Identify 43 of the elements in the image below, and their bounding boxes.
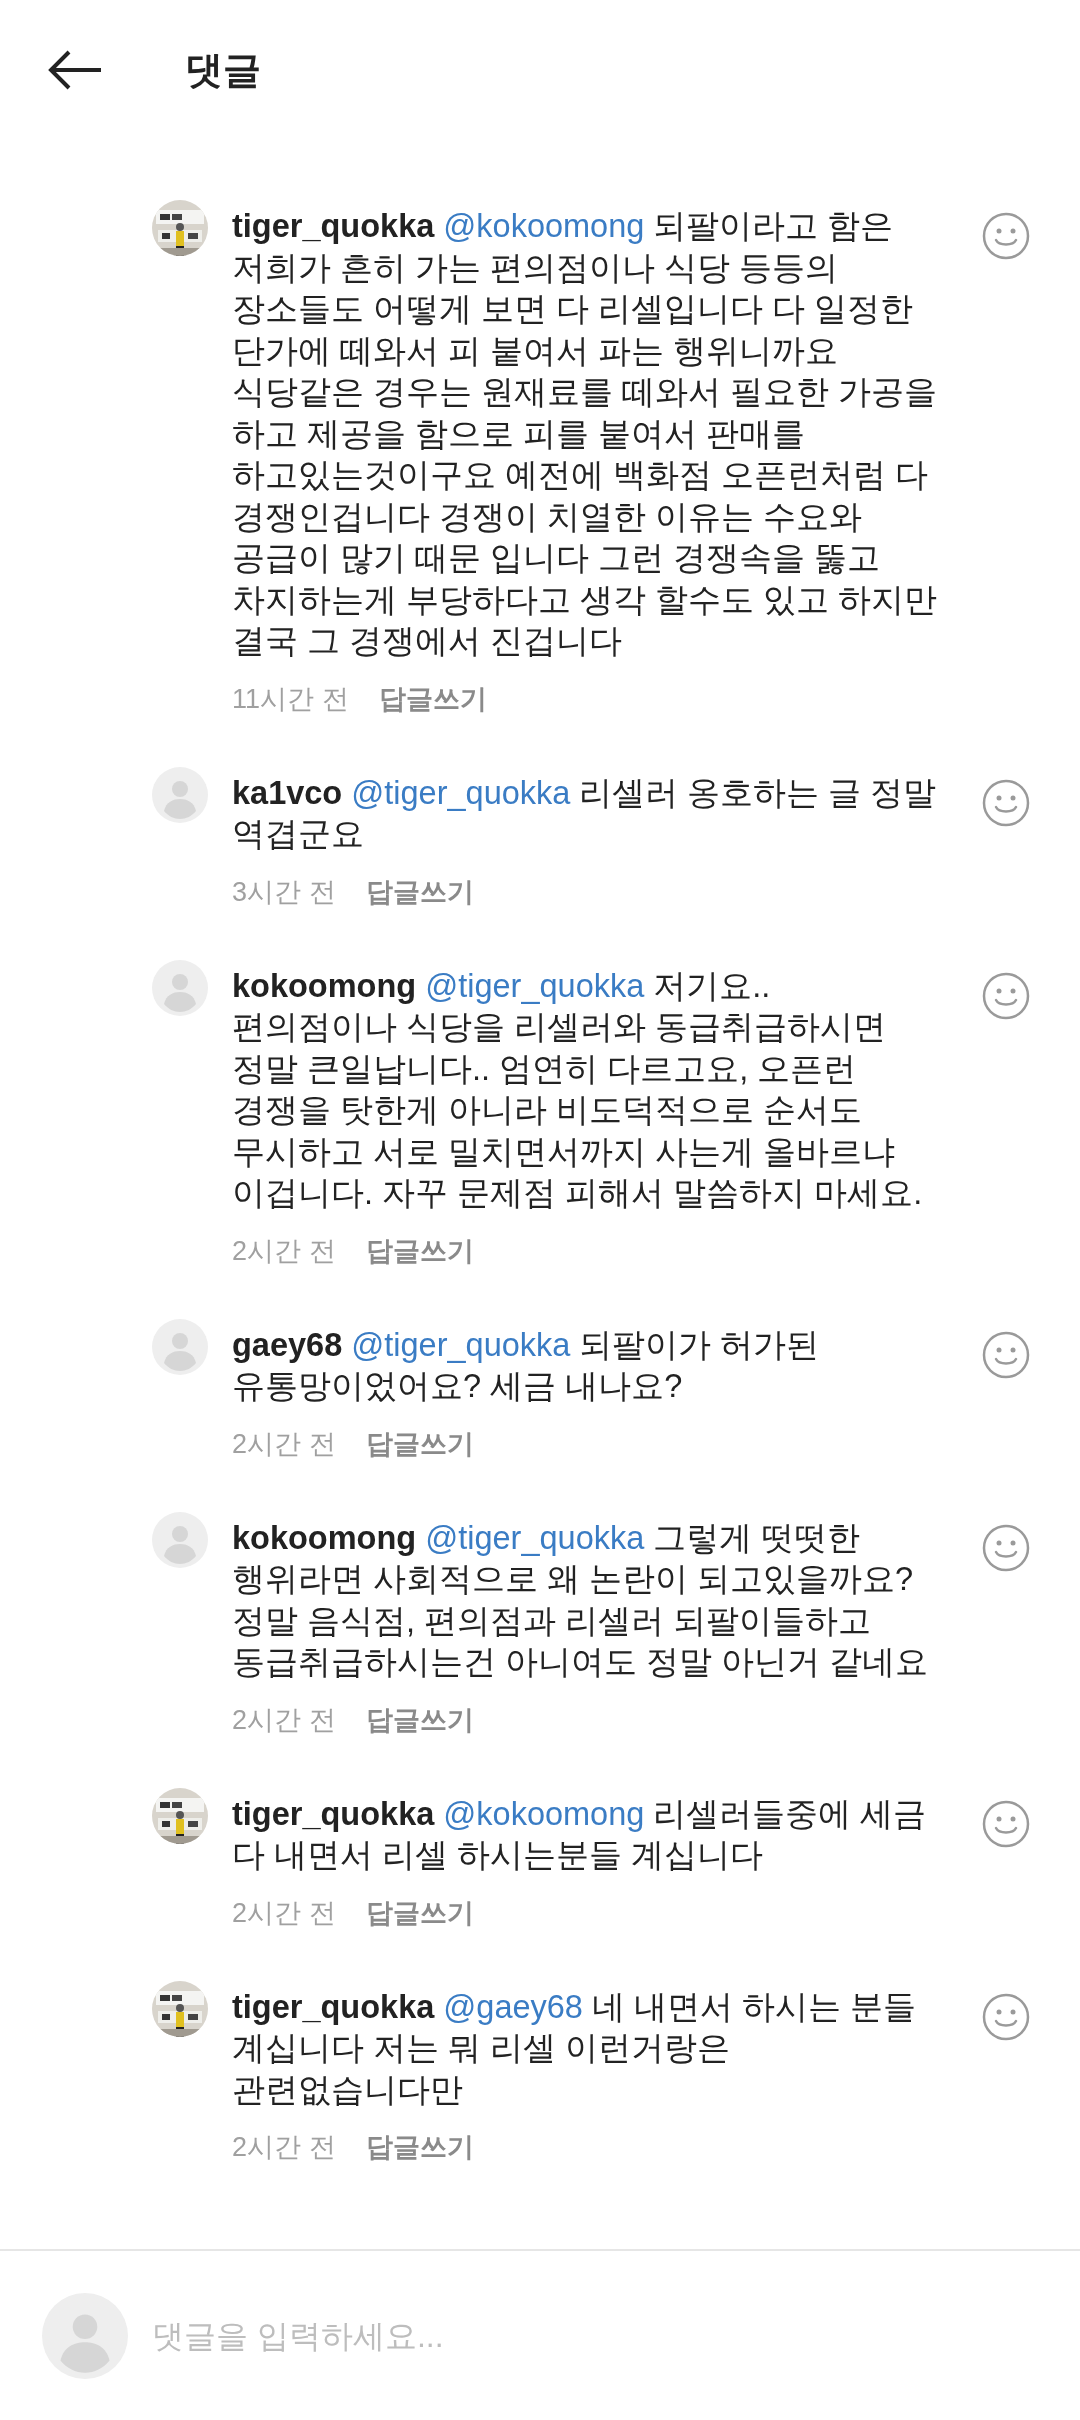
avatar-icon bbox=[152, 1318, 208, 1375]
smiley-icon[interactable] bbox=[982, 1330, 1030, 1379]
comment-text: kokoomong @tiger_quokka 저기요.. 편의점이나 식당을 리셀러와 동급취급하시면 정말 큰일납니다.. 엄연히 다르고요, 오픈런 경쟁을 탓한게 아니라 비도덕적으로 순서도 무시하고 서로 밀치면서까지 사는게 올바르냐 이겁니다. 자꾸 문제점 피해서 말씀하지 마세요. bbox=[232, 966, 924, 1213]
timestamp: 3시간 전 bbox=[232, 875, 336, 909]
timestamp: 2시간 전 bbox=[232, 1896, 336, 1930]
comment-text: gaey68 @tiger_quokka 되팔이가 허가된 유통망이었어요? 세금 내나요? bbox=[232, 1325, 821, 1406]
comment-text: tiger_quokka @kokoomong 리셀러들중에 세금 다 내면서 리셀 하시는분들 계십니다 bbox=[232, 1794, 928, 1875]
avatar-icon bbox=[152, 1511, 208, 1568]
timestamp: 2시간 전 bbox=[232, 1703, 336, 1737]
avatar-icon bbox=[152, 766, 208, 823]
comment-text: kokoomong @tiger_quokka 그렇게 떳떳한 행위라면 사회적으로 왜 논란이 되고있을까요? 정말 음식점, 편의점과 리셀러 되팔이들하고 동급취급하시는건 아니여도 정말 아닌거 같네요 bbox=[232, 1518, 930, 1682]
timestamp: 2시간 전 bbox=[232, 2131, 336, 2164]
avatar-icon bbox=[42, 2292, 128, 2379]
reply-button[interactable]: 답글쓰기 bbox=[365, 1232, 474, 1269]
timestamp: 11시간 전 bbox=[232, 682, 349, 716]
reply-button[interactable]: 답글쓰기 bbox=[365, 873, 474, 910]
mention-link[interactable]: @tiger_quokka bbox=[425, 967, 645, 1004]
mention-link[interactable]: @gaey68 bbox=[443, 1988, 583, 2025]
reply-button[interactable]: 답글쓰기 bbox=[365, 1701, 474, 1738]
reply-button[interactable]: 답글쓰기 bbox=[365, 1894, 474, 1931]
smiley-icon[interactable] bbox=[982, 1523, 1030, 1572]
back-arrow-icon bbox=[47, 50, 103, 90]
mention-link[interactable]: @kokoomong bbox=[443, 208, 645, 244]
page-title: 댓글 bbox=[185, 47, 261, 93]
smiley-icon[interactable] bbox=[982, 1992, 1030, 2041]
mention-link[interactable]: @tiger_quokka bbox=[351, 774, 571, 811]
timestamp: 2시간 전 bbox=[232, 1427, 336, 1461]
mention-link[interactable]: @tiger_quokka bbox=[351, 1326, 571, 1363]
avatar-icon bbox=[152, 959, 208, 1016]
smiley-icon[interactable] bbox=[982, 778, 1030, 827]
reply-button[interactable]: 답글쓰기 bbox=[378, 680, 487, 717]
timestamp: 2시간 전 bbox=[232, 1234, 336, 1268]
smiley-icon[interactable] bbox=[982, 1799, 1030, 1848]
smiley-icon[interactable] bbox=[982, 212, 1030, 260]
mention-link[interactable]: @kokoomong bbox=[443, 1795, 645, 1832]
comment-text: tiger_quokka @kokoomong 되팔이라고 함은 저희가 흔히 가는 편의점이나 식당 등등의 장소들도 어떻게 보면 다 리셀입니다 다 일정한 단가에 떼와서 피 붙여서 파는 행위니까요 식당같은 경우는 원재료를 떼와서 필요한 가공을 하고 제공을 함으로 피를 붙여서 판매를 하고있는것이구요 예전에 백화점 오픈런처럼 다 경쟁인겁니다 경쟁이 치열한 이유는 수요와 공급이 많기 때문 입니다 그런 경쟁속을 뚫고 차지하는게 부당하다고 생각 할수도 있고 하지만 결국 그 경쟁에서 진겁니다 bbox=[232, 207, 939, 661]
comment-text: tiger_quokka @gaey68 네 내면서 하시는 분들 계십니다 저는 뭐 리셀 이런거랑은 관련없습니다만 bbox=[232, 1987, 918, 2110]
mention-link[interactable]: @tiger_quokka bbox=[425, 1519, 645, 1556]
reply-button[interactable]: 답글쓰기 bbox=[365, 1425, 474, 1462]
comment-input-field[interactable]: 댓글을 입력하세요... bbox=[152, 2311, 1040, 2360]
smiley-icon[interactable] bbox=[982, 971, 1030, 1020]
comment-text: ka1vco @tiger_quokka 리셀러 옹호하는 글 정말 역겹군요 bbox=[232, 773, 938, 854]
reply-button[interactable]: 답글쓰기 bbox=[365, 2129, 474, 2165]
